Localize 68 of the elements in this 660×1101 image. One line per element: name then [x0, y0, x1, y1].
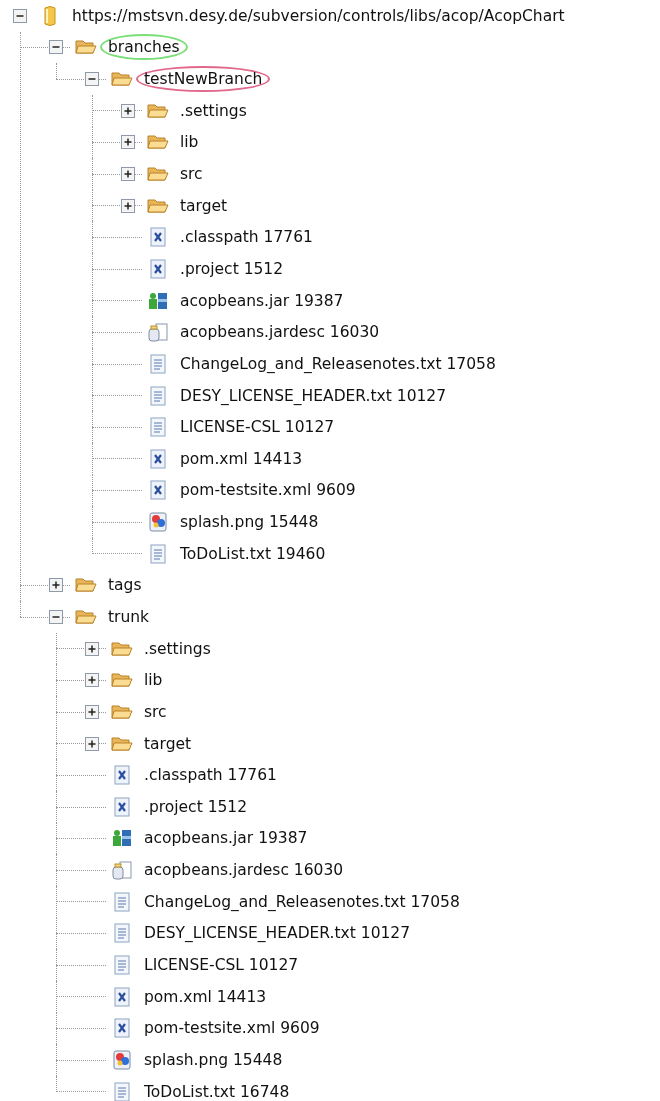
tree-item-label[interactable]: branches: [100, 34, 188, 61]
tree-item-label[interactable]: DESY_LICENSE_HEADER.txt 10127: [136, 920, 419, 947]
text-file-icon: [111, 922, 133, 945]
expand-button[interactable]: [121, 103, 135, 118]
tree-item-label[interactable]: splash.png 15448: [172, 509, 327, 536]
collapse-button[interactable]: [49, 610, 63, 624]
tree-item-label[interactable]: acopbeans.jardesc 16030: [136, 857, 352, 884]
tree-item-label[interactable]: pom.xml 14413: [136, 983, 275, 1010]
tree-item-label[interactable]: DESY_LICENSE_HEADER.txt 10127: [172, 382, 455, 409]
tree-item-label[interactable]: acopbeans.jar 19387: [172, 287, 352, 314]
tree-item-label[interactable]: LICENSE-CSL 10127: [172, 414, 343, 441]
expand-button[interactable]: [49, 578, 63, 593]
expand-button[interactable]: [85, 673, 99, 688]
text-file-icon: [147, 542, 169, 565]
collapse-button[interactable]: [49, 40, 63, 55]
text-file-icon: [111, 1080, 133, 1101]
tree-item-label[interactable]: tags: [100, 572, 150, 599]
xml-file-icon: [111, 985, 133, 1008]
tree-item-label[interactable]: .settings: [172, 97, 255, 124]
tree-item-label[interactable]: ToDoList.txt 19460: [172, 540, 334, 567]
expand-button[interactable]: [121, 167, 135, 181]
tree-item-label[interactable]: .classpath 17761: [136, 762, 285, 789]
tree-item-label[interactable]: testNewBranch: [136, 66, 271, 93]
expand-button[interactable]: [121, 135, 135, 150]
expand-button[interactable]: [85, 641, 99, 656]
xml-file-icon: [147, 226, 169, 249]
image-file-icon: [111, 1048, 133, 1071]
tree-item-label[interactable]: .project 1512: [172, 255, 292, 282]
xml-file-icon: [147, 257, 169, 280]
tree-item-label[interactable]: trunk: [100, 604, 158, 630]
tree-item-label[interactable]: acopbeans.jardesc 16030: [172, 319, 388, 346]
tree-item-label[interactable]: target: [172, 192, 236, 219]
xml-file-icon: [147, 479, 169, 502]
expand-button[interactable]: [85, 736, 99, 751]
jar-descriptor-icon: [111, 859, 133, 882]
xml-file-icon: [111, 1017, 133, 1040]
tree-item-label[interactable]: ChangeLog_and_Releasenotes.txt 17058: [136, 888, 468, 915]
xml-file-icon: [111, 764, 133, 787]
tree-item-label[interactable]: lib: [172, 129, 207, 156]
xml-file-icon: [111, 795, 133, 818]
tree-item-label[interactable]: target: [136, 730, 200, 757]
text-file-icon: [111, 954, 133, 977]
tree-item-label[interactable]: .project 1512: [136, 793, 256, 820]
tree-item-label[interactable]: .settings: [136, 635, 219, 662]
tree-item-label[interactable]: pom-testsite.xml 9609: [136, 1015, 328, 1042]
tree-item-label[interactable]: ToDoList.txt 16748: [136, 1078, 298, 1101]
text-file-icon: [147, 416, 169, 439]
collapse-button[interactable]: [85, 72, 99, 87]
tree-item-label[interactable]: pom.xml 14413: [172, 445, 311, 472]
tree-item-label[interactable]: src: [136, 698, 175, 725]
tree-item-label[interactable]: pom-testsite.xml 9609: [172, 477, 364, 504]
jar-descriptor-icon: [147, 321, 169, 344]
tree-item-label[interactable]: ChangeLog_and_Releasenotes.txt 17058: [172, 350, 504, 377]
text-file-icon: [111, 890, 133, 913]
text-file-icon: [147, 384, 169, 407]
tree-item-label[interactable]: splash.png 15448: [136, 1046, 291, 1073]
tree-item-label[interactable]: src: [172, 161, 211, 187]
xml-file-icon: [147, 447, 169, 470]
tree-item-label[interactable]: https://mstsvn.desy.de/subversion/controls/libs/acop/AcopChart: [64, 2, 573, 29]
text-file-icon: [147, 352, 169, 375]
tree-item-label[interactable]: acopbeans.jar 19387: [136, 825, 316, 852]
collapse-button[interactable]: [13, 8, 27, 23]
tree-item-label[interactable]: .classpath 17761: [172, 224, 321, 251]
expand-button[interactable]: [121, 198, 135, 213]
tree-item-label[interactable]: lib: [136, 667, 171, 694]
image-file-icon: [147, 511, 169, 534]
expand-button[interactable]: [85, 704, 99, 719]
tree-item-label[interactable]: LICENSE-CSL 10127: [136, 952, 307, 979]
